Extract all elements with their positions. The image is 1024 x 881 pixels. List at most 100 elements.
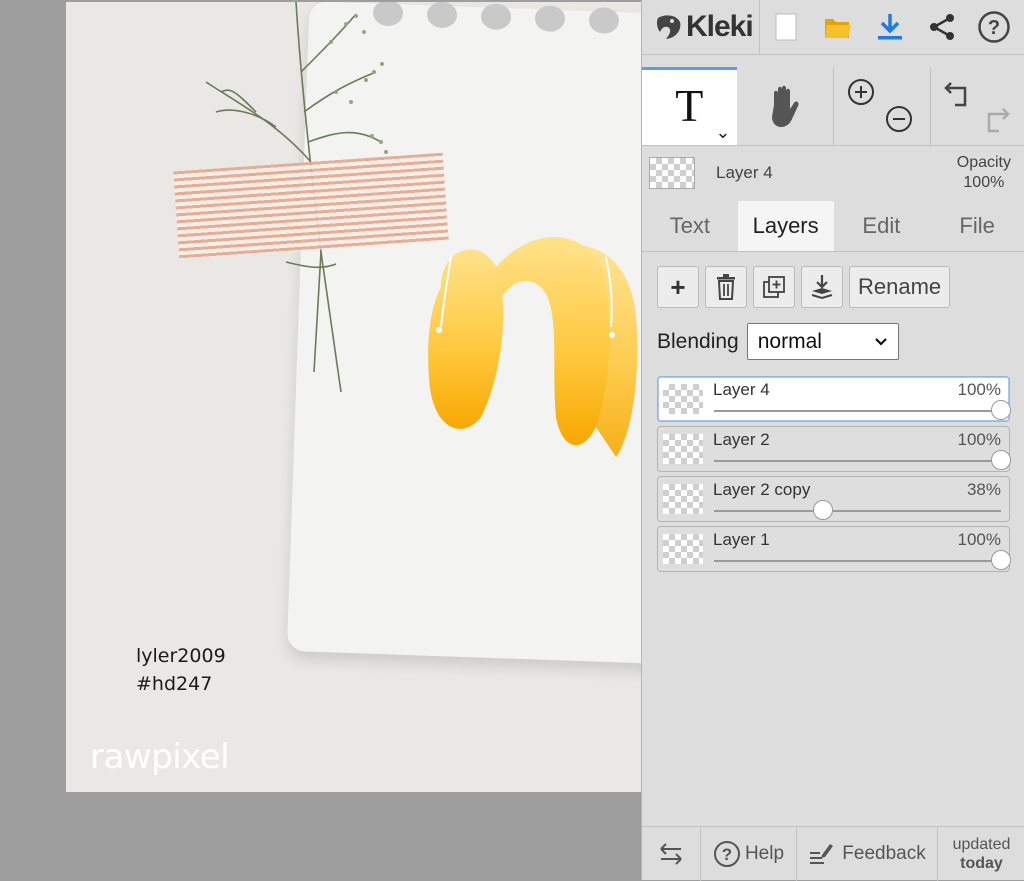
feedback-pen-icon <box>808 841 834 867</box>
kleki-bird-icon <box>654 12 684 42</box>
redo-icon[interactable] <box>981 105 1011 135</box>
zoom-out-icon[interactable] <box>884 104 914 134</box>
blending-row: Blending normal <box>657 323 899 360</box>
watermark-username: lyler2009 #hd247 <box>136 642 226 698</box>
new-image-icon <box>774 12 798 42</box>
layer-item[interactable]: Layer 1 100% <box>657 526 1010 572</box>
chevron-down-icon[interactable]: ⌄ <box>715 122 730 143</box>
tab-file[interactable]: File <box>929 201 1024 251</box>
chevron-down-icon <box>874 337 888 347</box>
watermark-line: #hd247 <box>136 670 226 698</box>
notebook-ring <box>481 3 512 30</box>
delete-layer-button[interactable] <box>705 266 747 308</box>
help-circle-icon: ? <box>713 840 741 868</box>
layer-opacity-slider[interactable] <box>714 510 1001 512</box>
help-link[interactable]: ? Help <box>701 827 797 881</box>
layer-name: Layer 2 copy <box>713 480 810 500</box>
zoom-tool <box>834 67 931 145</box>
svg-text:?: ? <box>722 845 732 864</box>
changelog-link[interactable]: updated today <box>938 827 1024 881</box>
layer-opacity-slider[interactable] <box>714 460 1001 462</box>
feedback-label: Feedback <box>842 843 925 865</box>
layer-opacity-slider[interactable] <box>714 560 1001 562</box>
layer-opacity-slider[interactable] <box>714 410 1001 412</box>
new-image-button[interactable] <box>760 0 812 54</box>
help-button[interactable]: ? <box>968 0 1020 54</box>
plus-icon: + <box>670 272 685 303</box>
opacity-value: 100% <box>957 173 1011 193</box>
help-icon: ? <box>977 10 1011 44</box>
swap-arrows-icon <box>657 841 685 867</box>
download-button[interactable] <box>864 0 916 54</box>
blending-select[interactable]: normal <box>747 323 899 360</box>
app-name: Kleki <box>686 10 753 44</box>
tab-edit[interactable]: Edit <box>834 201 930 251</box>
notebook-ring <box>427 2 458 28</box>
current-layer-name: Layer 4 <box>716 163 957 183</box>
panel-tabs: Text Layers Edit File <box>642 201 1024 252</box>
help-label: Help <box>745 843 784 865</box>
layer-thumbnail <box>663 484 703 514</box>
trash-icon <box>715 274 737 300</box>
layer-opacity-slider-handle[interactable] <box>813 500 833 520</box>
open-folder-icon <box>823 13 853 41</box>
layer-name: Layer 2 <box>713 430 770 450</box>
layer-thumbnail <box>663 384 703 414</box>
undo-redo-group <box>931 67 1024 145</box>
add-layer-button[interactable]: + <box>657 266 699 308</box>
svg-text:?: ? <box>988 17 1000 39</box>
layer-action-buttons: + Rename <box>657 266 950 308</box>
blending-value: normal <box>758 330 822 354</box>
bottom-bar: ? Help Feedback updated today <box>642 826 1024 881</box>
swap-side-button[interactable] <box>642 827 701 881</box>
undo-icon[interactable] <box>943 79 973 109</box>
layer-item[interactable]: Layer 2 100% <box>657 426 1010 472</box>
layer-name: Layer 4 <box>713 380 770 400</box>
tab-layers[interactable]: Layers <box>738 201 834 251</box>
open-file-button[interactable] <box>812 0 864 54</box>
notebook-ring <box>589 7 620 34</box>
layer-opacity-slider-handle[interactable] <box>991 550 1011 570</box>
layer-item[interactable]: Layer 4 100% <box>657 376 1010 422</box>
rename-layer-button[interactable]: Rename <box>849 266 950 308</box>
tool-row: T ⌄ <box>642 67 1024 146</box>
canvas-area[interactable]: lyler2009 #hd247 rawpixel <box>0 0 641 880</box>
hand-icon <box>764 83 806 129</box>
feedback-link[interactable]: Feedback <box>797 827 938 881</box>
layer-list: Layer 4100%Layer 2100%Layer 2 copy38%Lay… <box>657 376 1010 576</box>
hand-tool-button[interactable] <box>737 67 835 145</box>
layer-opacity: 100% <box>958 380 1001 400</box>
top-bar: Kleki <box>642 0 1024 55</box>
layer-opacity: 100% <box>958 530 1001 550</box>
duplicate-layer-button[interactable] <box>753 266 795 308</box>
kleki-logo[interactable]: Kleki <box>642 0 760 54</box>
layer-opacity: 100% <box>958 430 1001 450</box>
text-tool-icon: T <box>675 79 703 132</box>
opacity-display: Opacity 100% <box>957 153 1011 193</box>
drawing-canvas[interactable]: lyler2009 #hd247 rawpixel <box>66 2 641 792</box>
washi-tape-image <box>173 153 448 260</box>
tab-text[interactable]: Text <box>642 201 738 251</box>
layer-thumbnail <box>663 434 703 464</box>
tool-panel: Kleki <box>641 0 1024 880</box>
yellow-swirl-stroke <box>421 227 641 467</box>
notebook-ring <box>535 5 566 32</box>
share-icon <box>927 12 957 42</box>
merge-down-button[interactable] <box>801 266 843 308</box>
download-icon <box>876 12 904 42</box>
updated-date: today <box>960 854 1003 873</box>
zoom-in-icon[interactable] <box>846 77 876 107</box>
layer-opacity-slider-handle[interactable] <box>991 450 1011 470</box>
layer-thumbnail <box>663 534 703 564</box>
text-tool-button[interactable]: T ⌄ <box>642 67 737 145</box>
layer-opacity-slider-handle[interactable] <box>991 400 1011 420</box>
merge-down-icon <box>810 274 834 300</box>
share-button[interactable] <box>916 0 968 54</box>
layer-item[interactable]: Layer 2 copy 38% <box>657 476 1010 522</box>
current-layer-thumbnail <box>649 157 695 189</box>
layer-name: Layer 1 <box>713 530 770 550</box>
current-layer-info: Layer 4 Opacity 100% <box>642 146 1024 200</box>
layer-opacity: 38% <box>967 480 1001 500</box>
duplicate-icon <box>762 275 786 299</box>
updated-line: updated <box>953 835 1011 854</box>
